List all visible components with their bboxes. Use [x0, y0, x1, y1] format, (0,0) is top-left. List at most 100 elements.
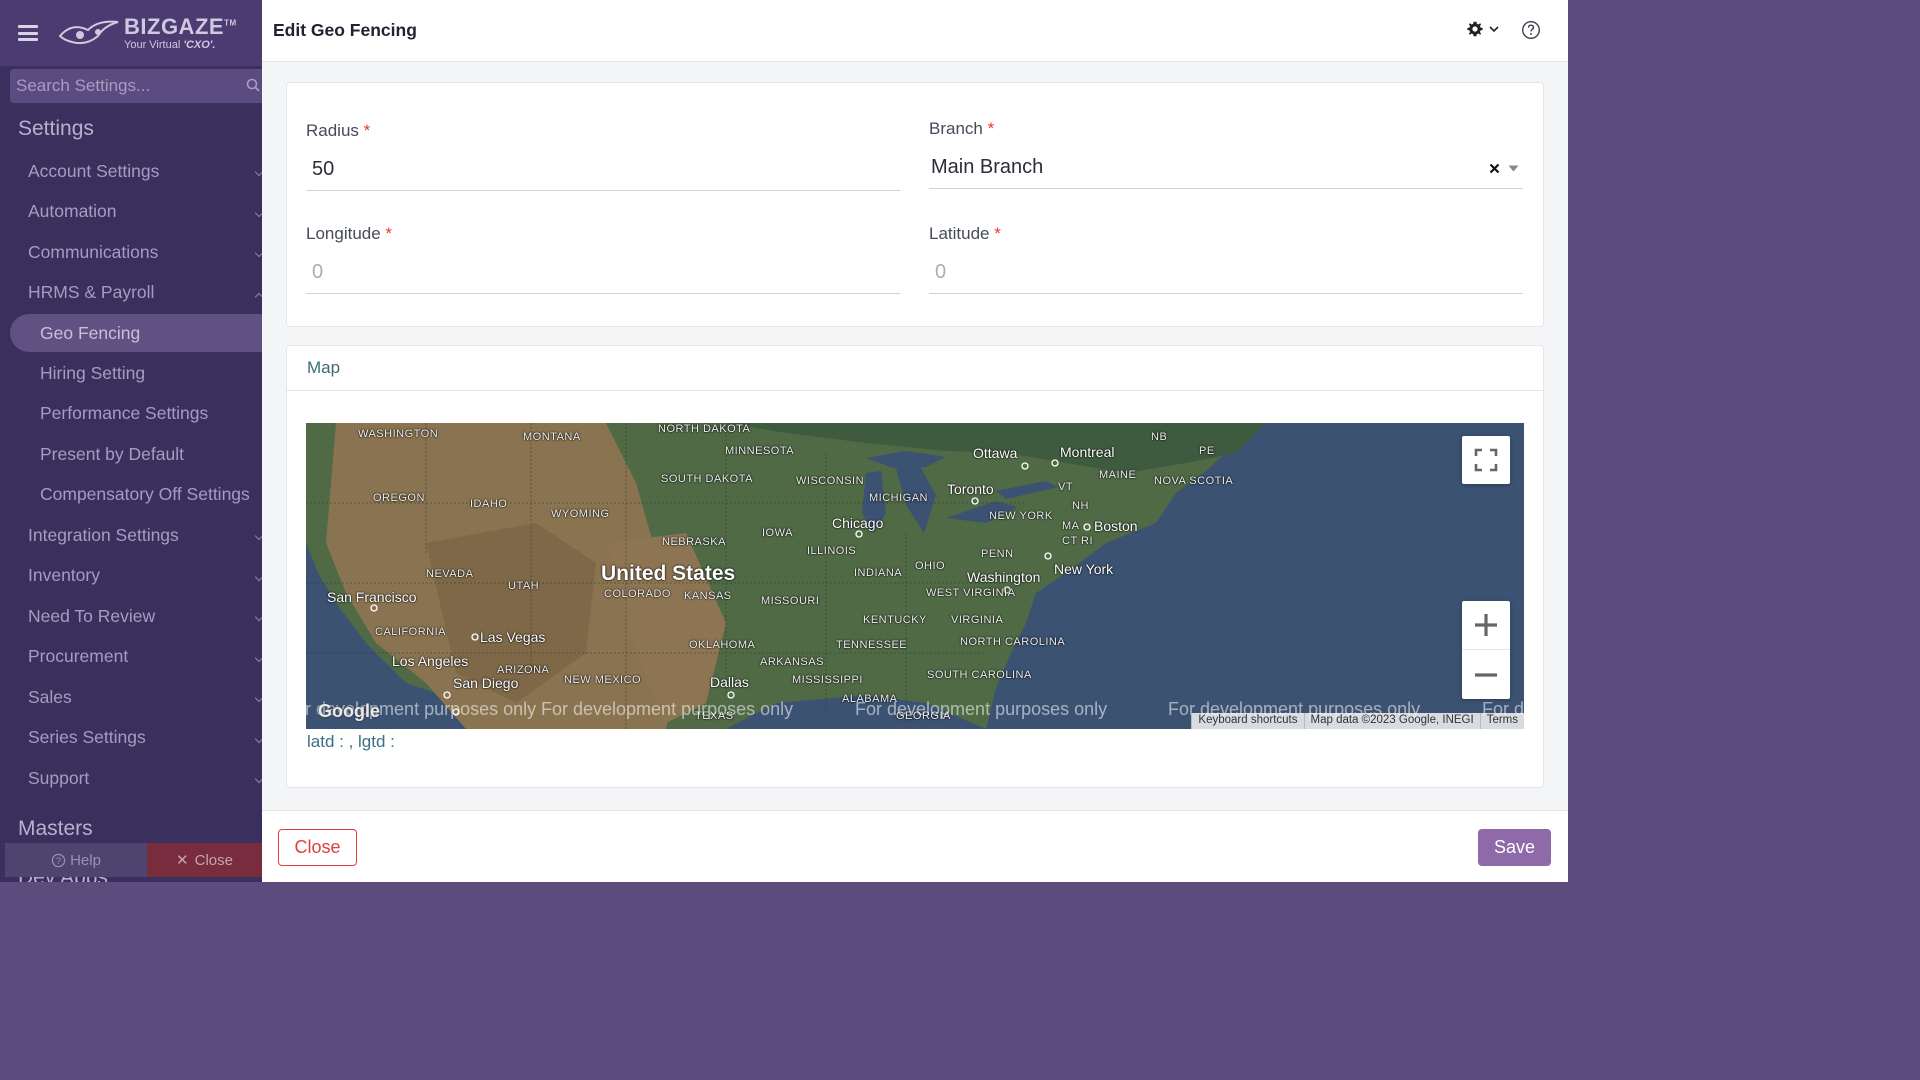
map-city-label: Dallas	[710, 674, 749, 690]
sidebar-item-communications[interactable]: Communications	[0, 232, 262, 273]
sidebar-item-label: Series Settings	[28, 727, 146, 748]
svg-text:?: ?	[56, 855, 61, 865]
branch-select[interactable]: Main Branch	[929, 147, 1523, 189]
map-city-label: Las Vegas	[480, 629, 546, 645]
sidebar-item-series-settings[interactable]: Series Settings	[0, 718, 262, 759]
settings-menu-button[interactable]	[1467, 21, 1499, 37]
chevron-up-icon	[254, 292, 262, 301]
sidebar-item-label: Automation	[28, 201, 117, 222]
map-keyboard-shortcuts-link[interactable]: Keyboard shortcuts	[1191, 713, 1303, 729]
sidebar-item-hiring-setting[interactable]: Hiring Setting	[0, 353, 262, 394]
map-state-label: OKLAHOMA	[689, 639, 756, 651]
map-state-label: IOWA	[762, 527, 793, 539]
map-country-label: United States	[601, 562, 736, 585]
sidebar-item-label: Procurement	[28, 646, 129, 667]
map-state-label: OHIO	[915, 560, 946, 572]
sidebar-item-label: Compensatory Off Settings	[40, 484, 250, 505]
map-state-label: OREGON	[373, 492, 425, 504]
map-state-label: COLORADO	[604, 588, 671, 600]
map-state-label: NEVADA	[426, 568, 474, 580]
longitude-label: Longitude *	[306, 224, 393, 243]
map-city-label: Ottawa	[973, 445, 1018, 461]
chevron-down-icon	[254, 653, 262, 662]
help-icon[interactable]	[1521, 20, 1541, 40]
map-state-label: NORTH DAKOTA	[658, 423, 751, 435]
sidebar-close-button[interactable]: ✕ Close	[147, 843, 262, 877]
map-state-label: TENNESSEE	[836, 639, 908, 651]
sidebar-item-geo-fencing[interactable]: Geo Fencing	[10, 314, 262, 352]
sidebar-item-sales[interactable]: Sales	[0, 677, 262, 718]
map-city-label: Washington	[967, 569, 1041, 585]
hamburger-menu-icon[interactable]	[18, 25, 38, 41]
sidebar-item-inventory[interactable]: Inventory	[0, 556, 262, 597]
settings-search	[10, 69, 262, 103]
sidebar-item-automation[interactable]: Automation	[0, 192, 262, 233]
map-state-label: NORTH CAROLINA	[960, 636, 1066, 648]
sidebar-item-label: Account Settings	[28, 160, 160, 181]
sidebar-item-account-settings[interactable]: Account Settings	[0, 151, 262, 192]
settings-search-input[interactable]	[16, 76, 236, 96]
radius-input[interactable]: 50	[306, 149, 900, 191]
chevron-down-icon	[254, 734, 262, 743]
map-state-label: SOUTH CAROLINA	[927, 669, 1032, 681]
map-city-label: New York	[1054, 561, 1114, 577]
map-terms-link[interactable]: Terms	[1479, 713, 1524, 729]
close-x-icon: ✕	[176, 852, 189, 869]
branch-label: Branch *	[929, 119, 995, 138]
sidebar-item-support[interactable]: Support	[0, 758, 262, 799]
masters-section-title[interactable]: Masters	[0, 817, 93, 841]
fullscreen-icon	[1474, 448, 1498, 472]
branch-field: Branch * Main Branch	[929, 119, 1523, 189]
map-state-label: IDAHO	[470, 498, 508, 510]
chevron-down-icon	[254, 167, 262, 177]
map-attribution: Keyboard shortcuts Map data ©2023 Google…	[1191, 713, 1524, 729]
sidebar-item-need-to-review[interactable]: Need To Review	[0, 596, 262, 637]
sidebar-item-compensatory-off-settings[interactable]: Compensatory Off Settings	[0, 475, 262, 516]
map-fullscreen-button[interactable]	[1462, 436, 1510, 484]
map-state-label: CT	[1062, 535, 1078, 547]
sidebar-item-performance-settings[interactable]: Performance Settings	[0, 394, 262, 435]
sidebar-item-integration-settings[interactable]: Integration Settings	[0, 515, 262, 556]
sidebar-help-button[interactable]: ? Help	[5, 843, 147, 877]
map-state-label: NEW MEXICO	[564, 674, 642, 686]
minus-icon	[1475, 673, 1497, 677]
map-state-label: INDIANA	[854, 567, 903, 579]
map-state-label: PENN	[981, 548, 1014, 560]
close-button[interactable]: Close	[278, 829, 357, 866]
map-canvas[interactable]: WASHINGTON MONTANA NORTH DAKOTA MINNESOT…	[306, 423, 1524, 729]
sidebar-item-procurement[interactable]: Procurement	[0, 637, 262, 678]
map-state-label: RI	[1081, 535, 1093, 547]
chevron-down-icon	[254, 248, 262, 258]
sidebar-help-label: Help	[70, 851, 101, 869]
map-card: Map WASHINGTON MONTANA NORTH DAKOTA MINN…	[286, 345, 1544, 788]
dropdown-caret-icon[interactable]	[1508, 165, 1519, 172]
settings-section-title[interactable]: Settings	[0, 103, 262, 151]
map-state-label: NH	[1072, 500, 1089, 512]
clear-selection-icon[interactable]	[1489, 163, 1500, 174]
map-card-title: Map	[287, 346, 1543, 391]
longitude-input[interactable]: 0	[306, 252, 900, 294]
map-state-label: WYOMING	[551, 508, 610, 520]
map-state-label: MISSOURI	[761, 595, 820, 607]
latitude-input[interactable]: 0	[929, 252, 1523, 294]
edit-panel: Edit Geo Fencing Radius * 50 Branch * Ma…	[262, 0, 1568, 882]
map-city-label: Boston	[1094, 518, 1138, 534]
bizgaze-logo[interactable]: BIZGAZETM Your Virtual 'CXO'.	[58, 15, 237, 51]
map-zoom-out-button[interactable]	[1462, 650, 1510, 699]
map-state-label: MA	[1062, 520, 1080, 532]
save-button[interactable]: Save	[1478, 829, 1551, 866]
chevron-down-icon	[254, 693, 262, 703]
sidebar-item-label: HRMS & Payroll	[28, 282, 155, 303]
sidebar-item-present-by-default[interactable]: Present by Default	[0, 434, 262, 475]
map-state-label: NB	[1151, 431, 1168, 443]
map-city-label: Los Angeles	[392, 653, 469, 669]
sidebar-item-label: Hiring Setting	[40, 362, 146, 383]
chevron-down-icon	[254, 774, 262, 784]
brand-bar: BIZGAZETM Your Virtual 'CXO'.	[0, 0, 262, 66]
sidebar-item-hrms-payroll[interactable]: HRMS & Payroll	[0, 273, 262, 314]
search-icon[interactable]	[246, 78, 260, 92]
map-state-label: KENTUCKY	[863, 614, 927, 626]
map-zoom-in-button[interactable]	[1462, 601, 1510, 650]
latitude-field: Latitude * 0	[929, 224, 1523, 294]
radius-label: Radius *	[306, 121, 371, 140]
